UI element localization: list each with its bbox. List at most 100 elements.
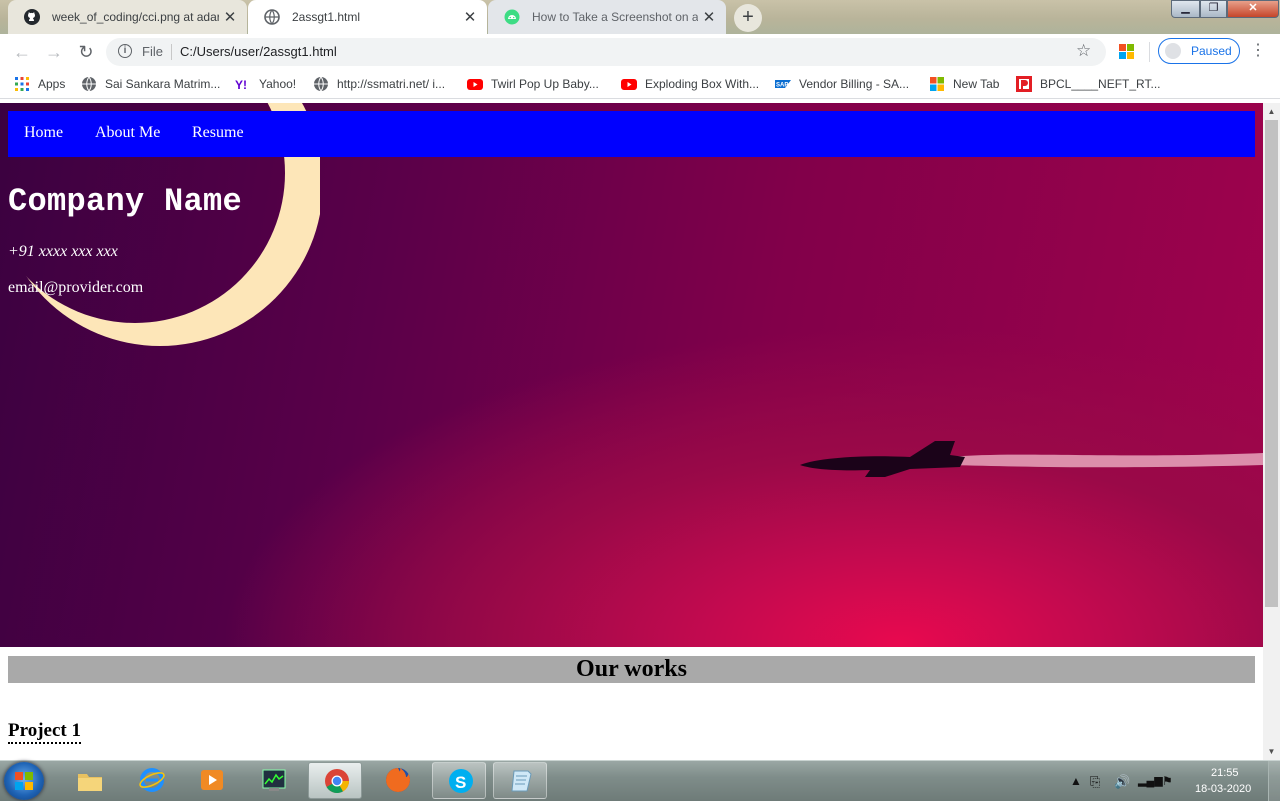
taskbar-internet-explorer[interactable] xyxy=(124,762,178,799)
globe-icon xyxy=(264,9,280,25)
minimize-button[interactable]: ▁ xyxy=(1171,0,1200,18)
bpcl-icon xyxy=(1016,76,1032,92)
action-center-flag-icon[interactable]: ⚑ xyxy=(1162,774,1173,788)
our-works-heading: Our works xyxy=(8,656,1255,683)
new-tab-button[interactable]: + xyxy=(734,4,762,32)
taskbar-notepad[interactable] xyxy=(493,762,547,799)
bookmark-sai-sankara[interactable]: Sai Sankara Matrim... xyxy=(81,76,220,92)
tab-github[interactable]: week_of_coding/cci.png at adarsh ✕ xyxy=(8,0,247,34)
chrome-icon xyxy=(325,769,349,794)
nav-link-resume[interactable]: Resume xyxy=(192,124,244,142)
phone-number: +91 xxxx xxx xxx xyxy=(8,243,118,260)
skype-icon: S xyxy=(449,769,473,793)
svg-text:S: S xyxy=(455,773,466,792)
volume-icon[interactable]: 🔊 xyxy=(1114,774,1130,790)
url-text[interactable]: C:/Users/user/2assgt1.html xyxy=(180,44,337,59)
maximize-button[interactable]: ❐ xyxy=(1200,0,1227,18)
bookmark-ssmatri[interactable]: http://ssmatri.net/ i... xyxy=(313,76,445,92)
profile-button[interactable]: Paused xyxy=(1158,38,1240,64)
bookmark-label: BPCL____NEFT_RT... xyxy=(1040,77,1161,91)
bookmarks-bar: Apps Sai Sankara Matrim... Y! Yahoo! htt… xyxy=(0,70,1280,99)
task-manager-icon xyxy=(262,769,286,791)
back-button[interactable]: ← xyxy=(10,40,34,64)
bookmark-label: Exploding Box With... xyxy=(645,77,760,91)
tab-strip: week_of_coding/cci.png at adarsh ✕ 2assg… xyxy=(0,0,1280,34)
notepad-icon xyxy=(511,770,532,792)
taskbar-task-manager[interactable] xyxy=(246,762,300,799)
reload-button[interactable]: ↻ xyxy=(74,40,98,64)
window-controls: ▁ ❐ ✕ xyxy=(1171,0,1279,18)
info-icon[interactable]: i xyxy=(118,44,132,58)
svg-text:SAP: SAP xyxy=(776,83,788,89)
tab-title: How to Take a Screenshot on a C xyxy=(532,10,698,24)
site-navbar: Home About Me Resume xyxy=(8,111,1255,157)
taskbar-explorer[interactable] xyxy=(62,762,116,799)
tab-title: 2assgt1.html xyxy=(292,10,361,24)
hero-banner: Home About Me Resume Company Name +91 xx… xyxy=(0,103,1263,647)
tab-close-icon[interactable]: ✕ xyxy=(219,8,241,26)
tab-close-icon[interactable]: ✕ xyxy=(459,8,481,26)
jet-plane-image xyxy=(800,441,1263,477)
browser-toolbar: ← → ↻ i File C:/Users/user/2assgt1.html … xyxy=(0,34,1280,70)
bookmark-twirl-pop[interactable]: Twirl Pop Up Baby... xyxy=(467,76,599,92)
bookmark-new-tab[interactable]: New Tab xyxy=(929,76,999,92)
internet-explorer-icon xyxy=(139,768,165,792)
page-scrollbar[interactable]: ▲ ▼ xyxy=(1263,103,1280,760)
media-player-icon xyxy=(201,770,223,790)
scheme-label: File xyxy=(142,44,163,59)
toolbar-divider xyxy=(1149,42,1150,62)
nav-link-about-me[interactable]: About Me xyxy=(95,124,160,142)
close-window-button[interactable]: ✕ xyxy=(1227,0,1279,18)
youtube-icon xyxy=(467,79,483,90)
menu-icon[interactable]: ⋮ xyxy=(1250,40,1266,60)
address-bar[interactable]: i File C:/Users/user/2assgt1.html ☆ xyxy=(106,38,1106,66)
svg-text:Y!: Y! xyxy=(235,78,247,92)
tab-screenshot-howto[interactable]: How to Take a Screenshot on a C ✕ xyxy=(488,0,726,34)
scrollbar-thumb[interactable] xyxy=(1265,120,1278,607)
bookmark-apps[interactable]: Apps xyxy=(14,76,65,92)
page-viewport: Home About Me Resume Company Name +91 xx… xyxy=(0,103,1263,760)
bookmark-label: Apps xyxy=(38,77,66,91)
scroll-down-arrow-icon[interactable]: ▼ xyxy=(1263,743,1280,760)
bookmark-yahoo[interactable]: Y! Yahoo! xyxy=(235,76,296,92)
bookmark-label: http://ssmatri.net/ i... xyxy=(337,77,446,91)
network-signal-icon[interactable]: ▂▄▆ xyxy=(1138,774,1163,787)
forward-button[interactable]: → xyxy=(42,40,66,64)
scroll-up-arrow-icon[interactable]: ▲ xyxy=(1263,103,1280,120)
bookmark-label: Yahoo! xyxy=(259,77,297,91)
show-hidden-icons-icon[interactable]: ▲ xyxy=(1070,774,1082,788)
show-desktop-button[interactable] xyxy=(1268,761,1280,801)
company-name-heading: Company Name xyxy=(8,183,243,220)
taskbar-skype[interactable]: S xyxy=(432,762,486,799)
taskbar-media-player[interactable] xyxy=(184,762,238,799)
bookmark-bpcl[interactable]: BPCL____NEFT_RT... xyxy=(1016,76,1161,92)
bookmark-label: New Tab xyxy=(953,77,1000,91)
bookmark-vendor-billing[interactable]: SAP Vendor Billing - SA... xyxy=(775,76,909,92)
clock-time[interactable]: 21:55 xyxy=(1211,767,1239,779)
clock-date[interactable]: 18-03-2020 xyxy=(1195,783,1251,795)
tab-close-icon[interactable]: ✕ xyxy=(698,8,720,26)
usb-device-icon[interactable]: ⎘ xyxy=(1090,774,1100,790)
system-tray: ▲ ⎘ 🔊 ▂▄▆ ⚑ xyxy=(1060,761,1280,801)
taskbar-firefox[interactable] xyxy=(370,762,424,799)
github-icon xyxy=(24,9,40,25)
bookmark-label: Twirl Pop Up Baby... xyxy=(491,77,599,91)
start-button[interactable] xyxy=(4,762,44,800)
apps-grid-icon xyxy=(15,77,29,91)
globe-icon xyxy=(314,76,328,92)
android-icon xyxy=(504,9,520,25)
sap-icon: SAP xyxy=(775,80,791,89)
tab-2assgt1[interactable]: 2assgt1.html ✕ xyxy=(248,0,487,34)
youtube-icon xyxy=(621,79,637,90)
email-address: email@provider.com xyxy=(8,279,144,296)
omnibox-divider xyxy=(171,44,172,60)
nav-link-home[interactable]: Home xyxy=(24,124,63,142)
taskbar-chrome[interactable] xyxy=(308,762,362,799)
extension-icon[interactable] xyxy=(1119,44,1134,59)
profile-status-label: Paused xyxy=(1191,44,1232,58)
globe-icon xyxy=(82,76,96,92)
bookmark-star-icon[interactable]: ☆ xyxy=(1076,41,1091,61)
windows-tile-icon xyxy=(930,77,944,91)
avatar xyxy=(1165,43,1181,59)
bookmark-exploding-box[interactable]: Exploding Box With... xyxy=(621,76,759,92)
